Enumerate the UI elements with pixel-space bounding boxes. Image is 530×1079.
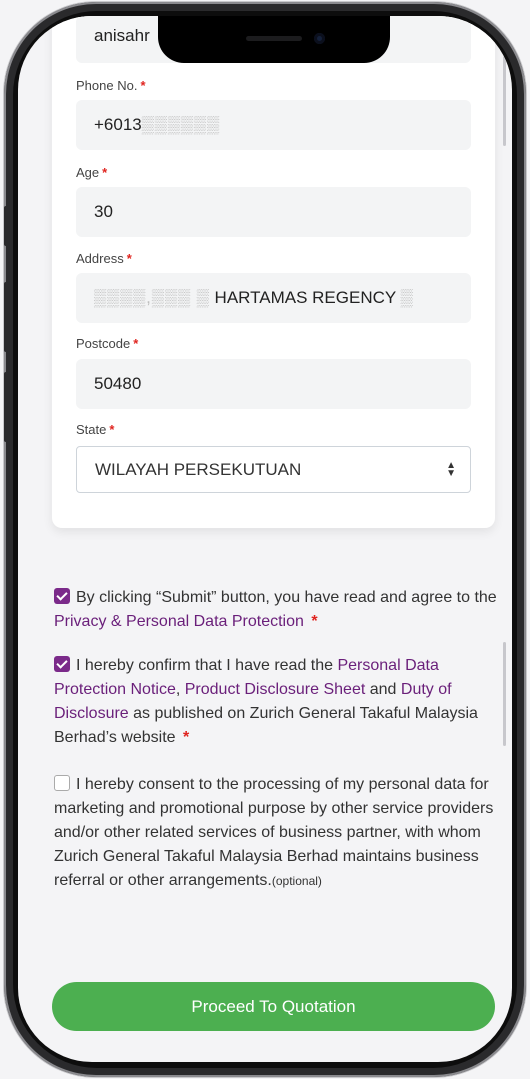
phone-label-text: Phone No. (76, 78, 138, 93)
name-value: anisahr (94, 26, 150, 45)
phone-prefix: +6013 (94, 115, 142, 134)
scrollbar-top[interactable] (503, 56, 506, 146)
consent-privacy: By clicking “Submit” button, you have re… (54, 586, 509, 634)
age-label-text: Age (76, 165, 100, 180)
privacy-link[interactable]: Privacy & Personal Data Protection (54, 613, 304, 630)
postcode-value: 50480 (94, 374, 142, 393)
address-label: Address * (76, 251, 132, 266)
address-field[interactable]: ▒▒▒▒,▒▒▒ ▒ HARTAMAS REGENCY ▒ (76, 273, 471, 323)
required-marker: * (102, 165, 108, 180)
marketing-checkbox[interactable] (54, 775, 70, 791)
silent-switch (4, 206, 9, 246)
address-masked: ▒▒▒▒,▒▒▒ ▒ (94, 288, 210, 307)
required-marker: * (109, 422, 115, 437)
consent-marketing: I hereby consent to the processing of my… (54, 773, 509, 893)
consent-2-text: I hereby confirm that I have read the (76, 657, 334, 674)
consent-2-and: and (369, 681, 397, 698)
postcode-label: Postcode * (76, 336, 138, 351)
required-marker: * (133, 336, 139, 351)
state-value: WILAYAH PERSEKUTUAN (95, 460, 302, 479)
speaker-icon (246, 36, 302, 41)
required-marker: * (183, 729, 190, 746)
required-marker: * (126, 251, 132, 266)
required-marker: * (140, 78, 146, 93)
optional-note: (optional) (271, 874, 322, 888)
camera-icon (314, 33, 325, 44)
scrollbar-bottom[interactable] (503, 642, 506, 746)
state-select[interactable]: WILAYAH PERSEKUTUAN ▲ ▼ (76, 446, 471, 493)
product-disclosure-link[interactable]: Product Disclosure Sheet (185, 681, 366, 698)
age-value: 30 (94, 202, 113, 221)
phone-screen: anisahr Phone No. * +6013▒▒▒▒▒▒ Age * 30 A… (18, 16, 512, 1062)
volume-up-button (4, 282, 9, 352)
personal-details-card: anisahr Phone No. * +6013▒▒▒▒▒▒ Age * 30 A… (52, 16, 495, 528)
state-label: State * (76, 422, 114, 437)
volume-down-button (4, 372, 9, 442)
address-visible: HARTAMAS REGENCY (214, 288, 396, 307)
consent-2-sep: , (175, 681, 181, 698)
phone-field[interactable]: +6013▒▒▒▒▒▒ (76, 100, 471, 150)
consent-3-text: I hereby consent to the processing of my… (54, 776, 494, 889)
required-marker: * (311, 613, 318, 630)
address-label-text: Address (76, 251, 124, 266)
postcode-label-text: Postcode (76, 336, 131, 351)
phone-label: Phone No. * (76, 78, 146, 93)
privacy-checkbox[interactable] (54, 588, 70, 604)
notch (158, 16, 390, 63)
address-tail-masked: ▒ (400, 288, 414, 307)
proceed-to-quotation-button[interactable]: Proceed To Quotation (52, 982, 495, 1031)
select-arrows-icon: ▲ ▼ (446, 460, 456, 479)
phone-masked: ▒▒▒▒▒▒ (141, 115, 221, 134)
consent-disclosure: I hereby confirm that I have read the Pe… (54, 654, 509, 750)
age-field[interactable]: 30 (76, 187, 471, 237)
age-label: Age * (76, 165, 107, 180)
consent-1-text: By clicking “Submit” button, you have re… (76, 589, 497, 606)
disclosure-checkbox[interactable] (54, 656, 70, 672)
state-label-text: State (76, 422, 107, 437)
postcode-field[interactable]: 50480 (76, 359, 471, 409)
